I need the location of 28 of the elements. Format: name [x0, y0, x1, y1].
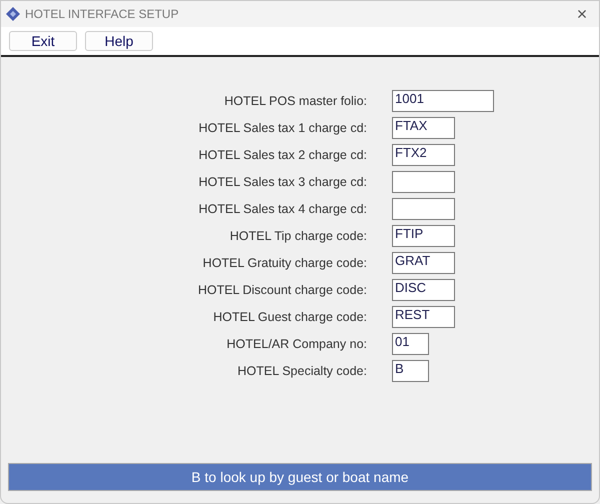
input-field[interactable]: FTIP	[392, 224, 455, 246]
close-button[interactable]: ×	[571, 4, 593, 24]
input-field[interactable]	[392, 170, 455, 192]
field-label: HOTEL Sales tax 3 charge cd:	[198, 174, 367, 188]
input-field[interactable]: FTAX	[392, 116, 455, 138]
field-label: HOTEL Guest charge code:	[212, 310, 367, 324]
status-bar: B to look up by guest or boat name	[8, 463, 592, 491]
field-label: HOTEL Gratuity charge code:	[202, 256, 367, 270]
field-label: HOTEL Sales tax 2 charge cd:	[198, 148, 367, 162]
input-field[interactable]	[392, 198, 455, 220]
input-field[interactable]: DISC	[392, 278, 455, 300]
toolbar-button[interactable]: Help	[85, 31, 153, 51]
input-field[interactable]: 01	[392, 332, 429, 354]
field-label: HOTEL Sales tax 4 charge cd:	[198, 202, 367, 216]
field-label: HOTEL/AR Company no:	[226, 336, 367, 350]
field-label: HOTEL Discount charge code:	[196, 282, 367, 296]
input-field[interactable]: B	[392, 360, 429, 382]
field-label: HOTEL Sales tax 1 charge cd:	[198, 120, 367, 134]
app-logo-icon	[6, 7, 20, 21]
input-field[interactable]: GRAT	[392, 252, 455, 274]
field-label: HOTEL Tip charge code:	[228, 228, 367, 242]
input-field[interactable]: REST	[392, 306, 455, 328]
input-field[interactable]: FTX2	[392, 144, 455, 166]
input-field[interactable]: 1001	[392, 90, 494, 112]
field-label: HOTEL POS master folio:	[223, 94, 367, 108]
toolbar-button[interactable]: Exit	[9, 31, 77, 51]
window-title: HOTEL INTERFACE SETUP	[25, 7, 180, 21]
field-label: HOTEL Specialty code:	[236, 364, 367, 378]
